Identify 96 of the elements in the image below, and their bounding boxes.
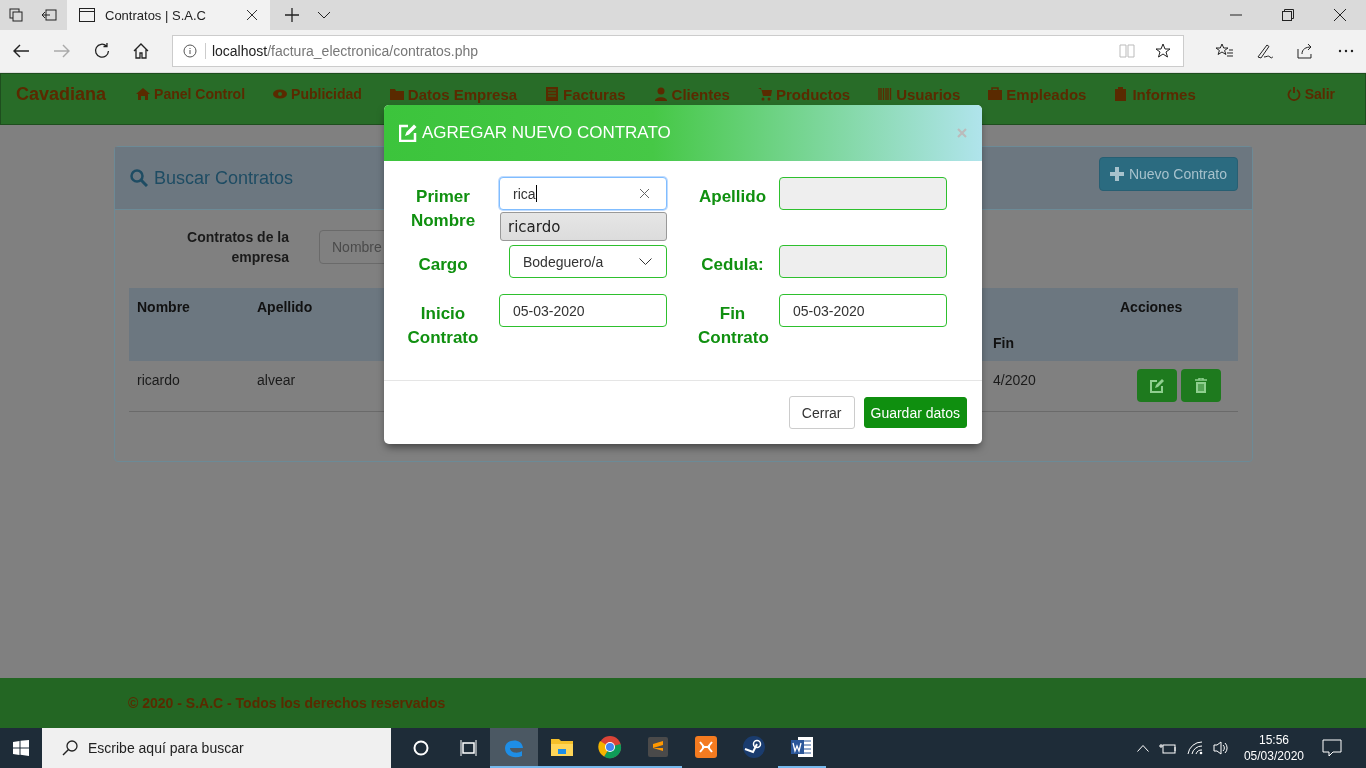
column-header: Apellido (256, 298, 314, 317)
address-field[interactable]: localhost/factura_electronica/contratos.php (171, 35, 1185, 67)
brand-name[interactable]: Cavadiana (16, 83, 107, 105)
info-icon (182, 44, 197, 58)
nav-link[interactable]: Usuarios (878, 85, 961, 103)
more-icon[interactable] (1338, 49, 1354, 53)
wifi-icon[interactable] (1186, 741, 1203, 755)
clock[interactable]: 15:56 05/03/2020 (1243, 732, 1304, 764)
power-icon (1286, 87, 1301, 101)
field-label: Cedula: (700, 254, 765, 276)
browser-tab[interactable]: Contratos | S.A.C (67, 0, 270, 30)
select-field[interactable]: Bodeguero/a (509, 245, 667, 278)
field-label: Cargo (417, 254, 469, 276)
new-tab-icon[interactable] (285, 8, 299, 22)
circle-icon[interactable] (413, 740, 429, 756)
clear-icon[interactable] (640, 189, 649, 198)
name-field[interactable]: rica (499, 177, 667, 210)
url-text: localhost/factura_electronica/contratos.php (204, 43, 479, 59)
nav-link[interactable]: Publicidad (273, 86, 362, 102)
close-button[interactable]: Cerrar (788, 396, 855, 429)
nav-link[interactable]: Empleados (988, 85, 1087, 103)
clock-time: 15:56 (1258, 732, 1289, 748)
tab-title: Contratos | S.A.C (105, 7, 207, 23)
pen-icon[interactable] (1256, 43, 1275, 59)
nav-link[interactable]: Informes (1114, 85, 1196, 103)
edit-button[interactable] (1137, 369, 1177, 402)
modal-title: AGREGAR NUEVO CONTRATO (422, 123, 671, 143)
field-value: Bodeguero/a (523, 253, 604, 270)
table-cell-text: ricardo (136, 371, 181, 390)
clock-date: 05/03/2020 (1243, 748, 1304, 764)
task-view-icon[interactable] (460, 740, 478, 756)
card-title: Buscar Contratos (154, 167, 294, 189)
field-label: Fin Contrato (698, 303, 767, 349)
folder-icon (389, 87, 404, 101)
date-field[interactable]: 05-03-2020 (499, 294, 667, 327)
back-arrow-icon[interactable] (12, 43, 30, 59)
logout-link[interactable]: Salir (1286, 86, 1335, 102)
star-icon[interactable] (1155, 43, 1172, 59)
nav-link[interactable]: Clientes (653, 85, 730, 103)
search-placeholder: Escribe aquí para buscar (88, 740, 244, 756)
table-cell-text: alvear (256, 371, 297, 390)
eye-icon (273, 87, 288, 101)
search-icon (62, 740, 78, 756)
chrome-icon (598, 735, 622, 759)
barcode-icon (878, 87, 893, 101)
cart-icon (757, 87, 772, 101)
chevron-down-icon[interactable] (317, 11, 331, 19)
edit-icon (1150, 378, 1164, 393)
home-icon (136, 87, 151, 101)
person-icon (653, 87, 668, 101)
chevron-down-icon (639, 258, 652, 265)
page-icon (79, 8, 95, 22)
nav-link[interactable]: Panel Control (136, 86, 246, 102)
filter-label: Contratos de la empresa (187, 228, 289, 267)
trash-icon (1195, 378, 1207, 393)
battery-icon[interactable] (1158, 742, 1177, 754)
close-icon[interactable] (1334, 9, 1346, 21)
notification-icon[interactable] (1322, 739, 1342, 757)
copyright-text: © 2020 - S.A.C - Todos los derechos reservados (128, 695, 446, 711)
column-header: Fin (992, 334, 1015, 353)
field-value: rica (513, 185, 536, 202)
restore-icon[interactable] (1282, 9, 1294, 21)
plus-icon (1109, 167, 1124, 181)
home-icon[interactable] (132, 43, 149, 59)
search-icon (130, 169, 148, 187)
field-value: 05-03-2020 (513, 302, 585, 319)
date-field[interactable]: 05-03-2020 (779, 294, 947, 327)
nav-link[interactable]: Facturas (545, 85, 626, 103)
steam-icon (742, 735, 766, 759)
new-contract-button[interactable]: Nuevo Contrato (1098, 157, 1238, 191)
table-cell-text: 4/2020 (992, 371, 1037, 390)
save-button[interactable]: Guardar datos (863, 397, 967, 428)
field-label: Inicio Contrato (406, 303, 480, 349)
delete-button[interactable] (1181, 369, 1221, 402)
suggestion-item[interactable]: ricardo (500, 212, 667, 241)
clipboard-icon (1114, 87, 1129, 101)
field-label: Primer Nombre (409, 186, 477, 232)
favorites-icon[interactable] (1215, 43, 1234, 59)
speaker-icon[interactable] (1212, 741, 1229, 755)
column-header: Acciones (1119, 298, 1184, 317)
column-header: Nombre (136, 298, 191, 317)
windows-start-icon[interactable] (13, 740, 29, 756)
chevron-up-icon[interactable] (1136, 744, 1149, 752)
nav-link[interactable]: Datos Empresa (389, 85, 518, 103)
tab-back-icon[interactable] (41, 9, 57, 21)
field-value: 05-03-2020 (793, 302, 865, 319)
close-icon[interactable] (246, 9, 258, 21)
briefcase-icon (988, 87, 1003, 101)
taskbar-search-field[interactable]: Escribe aquí para buscar (42, 728, 391, 768)
edit-icon (399, 124, 417, 142)
list-icon (545, 87, 560, 101)
field-label: Apellido (698, 186, 767, 208)
word-icon (790, 735, 814, 759)
tabs-aside-icon[interactable] (9, 8, 23, 22)
refresh-icon[interactable] (93, 43, 110, 59)
nav-link[interactable]: Productos (757, 85, 851, 103)
